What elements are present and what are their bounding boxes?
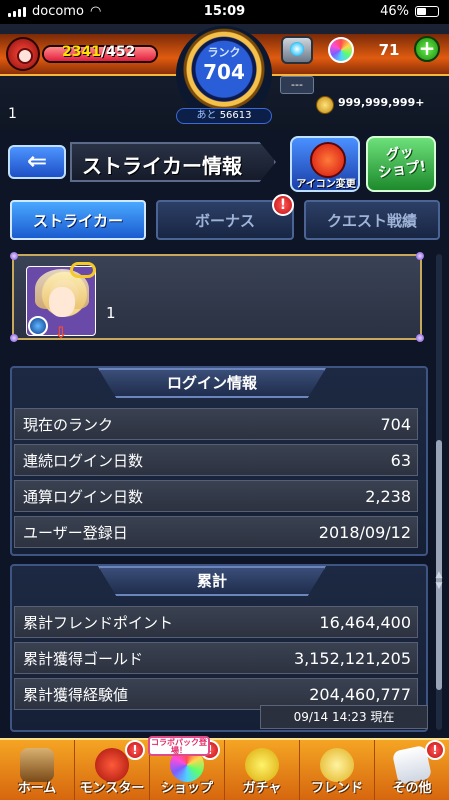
coin-count: 999,999,999+ [338,96,425,109]
status-bar: docomo ◠ 15:09 46% [0,0,449,24]
bonus-alert-badge: ! [272,194,294,216]
exp-prefix: あと [196,110,217,121]
stamina-current: 2341 [62,44,101,60]
nav-label: ショップ [160,781,213,796]
orb-count: 71 [378,41,400,59]
stat-row: 累計獲得ゴールド 3,152,121,205 [14,642,418,674]
box-count: --- [280,76,314,94]
page-title: ストライカー情報 [82,154,242,178]
other-alert-badge: ! [425,740,445,760]
coin-icon [316,96,334,114]
stat-row: ユーザー登録日 2018/09/12 [14,516,418,548]
nav-friend[interactable]: フレンド [300,740,375,800]
battery-icon [415,6,439,17]
water-element-icon [28,316,48,336]
tab-quest-record[interactable]: クエスト戦績 [304,200,440,240]
title-bar: ⇐ ストライカー情報 アイコン変更 グッ ショプ! [0,130,449,192]
nav-monster[interactable]: ! モンスター [75,740,150,800]
nav-label: ホーム [17,781,57,796]
stat-label: 連続ログイン日数 [23,451,144,470]
link-chain-icon [70,262,96,278]
monster-alert-badge: ! [125,740,145,760]
battery-percent: 46% [380,4,409,19]
corner-gem-icon [416,252,424,260]
add-orb-button[interactable]: + [414,36,440,62]
stat-value: 3,152,121,205 [293,648,411,668]
stat-label: 累計獲得ゴールド [23,649,144,668]
corner-gem-icon [10,252,18,260]
stat-value: 2018/09/12 [318,522,411,542]
stat-value: 204,460,777 [309,684,411,704]
nav-gacha[interactable]: ガチャ [225,740,300,800]
stat-value: 2,238 [365,486,411,506]
stat-row: 現在のランク 704 [14,408,418,440]
stat-label: 累計フレンドポイント [23,613,174,632]
stat-label: 通算ログイン日数 [23,487,144,506]
stat-value: 63 [390,450,411,470]
game-header: 2341/452 ランク 704 あと 56613 --- 71 + 1 999… [0,24,449,130]
tab-striker[interactable]: ストライカー [10,200,146,240]
nav-label: その他 [392,781,432,796]
stat-row: 連続ログイン日数 63 [14,444,418,476]
battery-status: 46% [380,4,439,19]
exp-remaining: あと 56613 [176,108,272,124]
gacha-machine-icon[interactable] [281,36,313,64]
nav-label: モンスター [79,781,145,796]
stamina-text: 2341/452 [62,44,135,60]
down-arrow-icon: ⇩ [54,323,68,342]
stat-row: 累計フレンドポイント 16,464,400 [14,606,418,638]
rank-label: ランク [207,46,241,59]
scroll-grip-icon[interactable]: ▲ ▼ [434,570,444,592]
back-button[interactable]: ⇐ [8,145,66,179]
corner-gem-icon [416,334,424,342]
stat-label: 現在のランク [23,415,114,434]
login-info-heading: ログイン情報 [98,368,326,398]
orb-icon [328,37,354,63]
nav-other[interactable]: ! その他 [375,740,449,800]
player-number: 1 [8,106,17,122]
stat-label: ユーザー登録日 [23,523,128,542]
as-of-timestamp: 09/14 14:23 現在 [260,705,428,729]
profile-name: 1 [106,304,116,322]
exp-value: 56613 [219,110,252,121]
collab-pack-tag: コラボパック登場！ [148,736,210,756]
icon-change-label: アイコン変更 [296,179,356,190]
stat-row: 通算ログイン日数 2,238 [14,480,418,512]
totals-heading: 累計 [98,566,326,596]
bottom-nav: ホーム ! モンスター ! ショップ ガチャ フレンド ! その他 [0,738,449,800]
stamina-icon[interactable] [6,37,40,71]
stat-value: 16,464,400 [319,612,411,632]
nav-label: ガチャ [242,781,282,796]
stat-value: 704 [380,414,411,434]
stamina-max: /452 [100,44,136,60]
scrollbar-thumb[interactable] [436,440,442,690]
stat-label: 累計獲得経験値 [23,685,129,704]
corner-gem-icon [10,334,18,342]
nav-label: フレンド [310,781,363,796]
rank-value: 704 [203,60,245,84]
nav-home[interactable]: ホーム [0,740,75,800]
